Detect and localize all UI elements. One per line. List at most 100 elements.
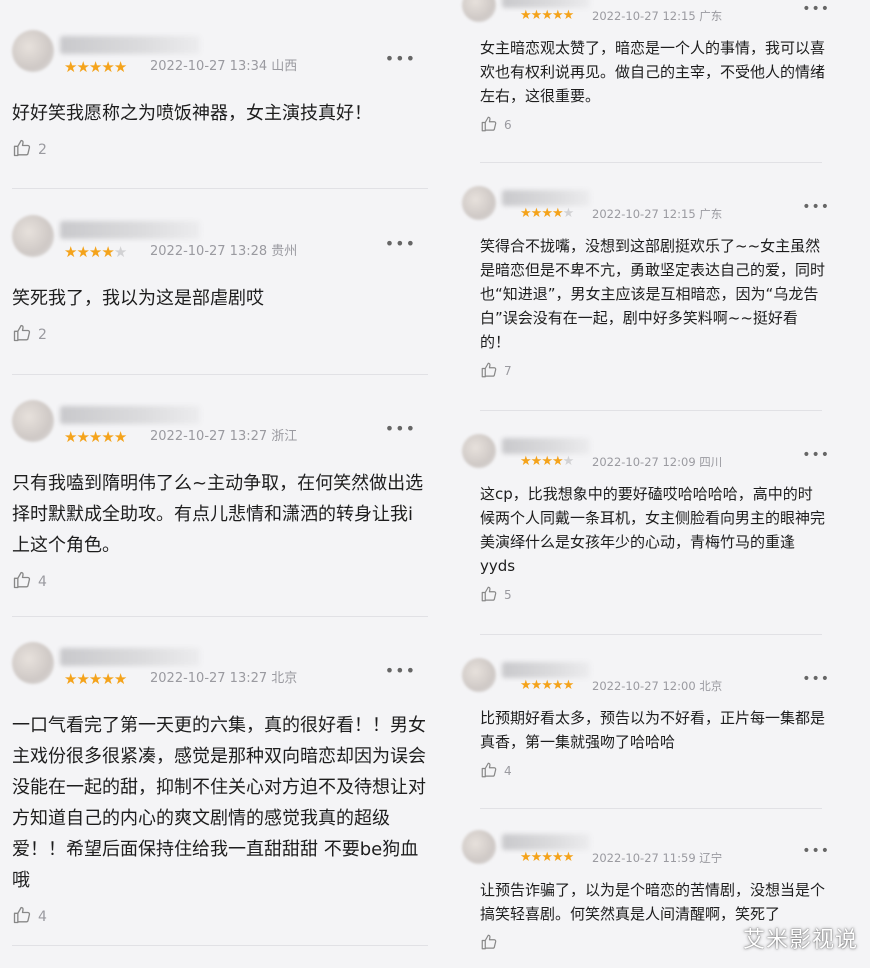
star-icon: ★ <box>551 8 564 23</box>
avatar[interactable] <box>12 642 54 684</box>
more-options-icon[interactable]: ••• <box>802 2 830 16</box>
review-meta: 2022-10-27 13:34 山西 <box>150 59 297 75</box>
review-location: 贵州 <box>271 244 298 259</box>
star-icon: ★ <box>562 206 575 221</box>
review-date: 2022-10-27 13:28 <box>150 244 268 259</box>
thumbs-up-icon <box>12 905 38 929</box>
like-button[interactable]: 4 <box>12 906 428 928</box>
star-icon: ★ <box>541 678 553 693</box>
star-icon: ★ <box>530 206 543 221</box>
username-blurred[interactable] <box>60 36 200 54</box>
avatar[interactable] <box>462 830 496 864</box>
star-icon: ★ <box>530 850 543 865</box>
review-meta: 2022-10-27 12:00 北京 <box>592 678 722 694</box>
more-options-icon[interactable]: ••• <box>385 421 416 437</box>
star-rating: ★★★★★ <box>64 670 127 688</box>
like-count: 2 <box>38 327 47 343</box>
star-icon: ★ <box>520 678 532 693</box>
review-location: 北京 <box>271 671 298 686</box>
more-options-icon[interactable]: ••• <box>385 236 416 252</box>
username-blurred[interactable] <box>502 834 590 850</box>
username-blurred[interactable] <box>502 662 590 678</box>
star-rating: ★★★★★ <box>64 243 127 261</box>
username-blurred[interactable] <box>502 190 590 206</box>
star-icon: ★ <box>64 58 77 76</box>
like-count: 4 <box>38 574 47 590</box>
review-header: ★★★★★ 2022-10-27 13:27 浙江 ••• <box>12 400 428 460</box>
like-button[interactable]: 5 <box>480 584 870 606</box>
review-location: 山西 <box>271 59 298 74</box>
review-text: 笑得合不拢嘴，没想到这部剧挺欢乐了~~女主虽然是暗恋但是不卑不亢，勇敢坚定表达自… <box>480 237 826 351</box>
like-count: 6 <box>504 118 512 132</box>
review-text: 这cp，比我想象中的要好磕哎哈哈哈哈，高中的时候两个人同戴一条耳机，女主侧脸看向… <box>480 485 826 575</box>
star-icon: ★ <box>530 678 543 693</box>
like-count: 2 <box>38 142 47 158</box>
star-icon: ★ <box>551 850 564 865</box>
star-icon: ★ <box>530 8 543 23</box>
username-blurred[interactable] <box>60 406 200 424</box>
star-rating: ★★★★★ <box>520 678 575 694</box>
like-button[interactable]: 4 <box>12 571 428 593</box>
review-header: ★★★★★ 2022-10-27 12:09 四川 ••• <box>462 434 870 476</box>
username-blurred[interactable] <box>60 221 200 239</box>
review-meta: 2022-10-27 13:28 贵州 <box>150 244 297 260</box>
more-options-icon[interactable]: ••• <box>802 672 830 686</box>
like-button[interactable]: 4 <box>480 760 870 782</box>
review-card: ★★★★★ 2022-10-27 13:28 贵州 ••• 笑死我了，我以为这是部虐剧… <box>12 215 428 346</box>
divider <box>480 410 822 411</box>
divider <box>12 188 428 189</box>
thumbs-up-icon <box>12 323 38 347</box>
star-icon: ★ <box>76 428 89 446</box>
more-options-icon[interactable]: ••• <box>802 448 830 462</box>
star-icon: ★ <box>88 428 102 446</box>
like-button[interactable]: 2 <box>12 139 428 161</box>
star-rating: ★★★★★ <box>520 850 574 866</box>
star-icon: ★ <box>551 454 564 469</box>
star-rating: ★★★★★ <box>520 206 575 222</box>
star-icon: ★ <box>541 8 553 23</box>
more-options-icon[interactable]: ••• <box>385 51 416 67</box>
avatar[interactable] <box>462 658 496 692</box>
like-button[interactable]: 7 <box>480 360 870 382</box>
avatar[interactable] <box>462 0 496 22</box>
review-header: ★★★★★ 2022-10-27 11:59 辽宁 ••• <box>462 830 870 872</box>
star-icon: ★ <box>101 58 114 76</box>
divider <box>480 162 822 163</box>
username-blurred[interactable] <box>502 0 590 8</box>
thumbs-up-icon <box>480 933 504 954</box>
thumbs-up-icon <box>480 115 504 136</box>
review-location: 广东 <box>699 9 723 23</box>
star-icon: ★ <box>113 670 127 688</box>
more-options-icon[interactable]: ••• <box>385 663 416 679</box>
avatar[interactable] <box>12 215 54 257</box>
avatar[interactable] <box>12 30 54 72</box>
like-button[interactable]: 2 <box>12 324 428 346</box>
thumbs-up-icon <box>12 138 38 162</box>
more-options-icon[interactable]: ••• <box>802 200 830 214</box>
username-blurred[interactable] <box>60 648 200 666</box>
username-blurred[interactable] <box>502 438 590 454</box>
avatar[interactable] <box>462 186 496 220</box>
avatar[interactable] <box>12 400 54 442</box>
more-options-icon[interactable]: ••• <box>802 844 830 858</box>
star-icon: ★ <box>88 243 102 261</box>
review-date: 2022-10-27 13:27 <box>150 671 268 686</box>
review-header: ★★★★★ 2022-10-27 12:00 北京 ••• <box>462 658 870 700</box>
like-button[interactable]: 6 <box>480 114 870 136</box>
thumbs-up-icon <box>480 761 504 782</box>
thumbs-up-icon <box>480 361 504 382</box>
review-header: ★★★★★ 2022-10-27 12:15 广东 ••• <box>462 186 870 228</box>
star-icon: ★ <box>562 678 575 693</box>
star-icon: ★ <box>551 678 564 693</box>
review-card: ★★★★★ 2022-10-27 12:15 广东 ••• 笑得合不拢嘴，没想到这部剧… <box>462 186 870 382</box>
review-card: ★★★★★ 2022-10-27 12:15 广东 ••• 女主暗恋观太赞了，暗恋是一… <box>462 0 870 136</box>
divider <box>480 808 822 809</box>
star-rating: ★★★★★ <box>64 428 127 446</box>
star-icon: ★ <box>541 454 553 469</box>
avatar[interactable] <box>462 434 496 468</box>
like-count: 5 <box>504 588 512 602</box>
star-icon: ★ <box>101 243 114 261</box>
review-date: 2022-10-27 11:59 <box>592 851 696 865</box>
star-icon: ★ <box>101 670 114 688</box>
divider <box>480 634 822 635</box>
